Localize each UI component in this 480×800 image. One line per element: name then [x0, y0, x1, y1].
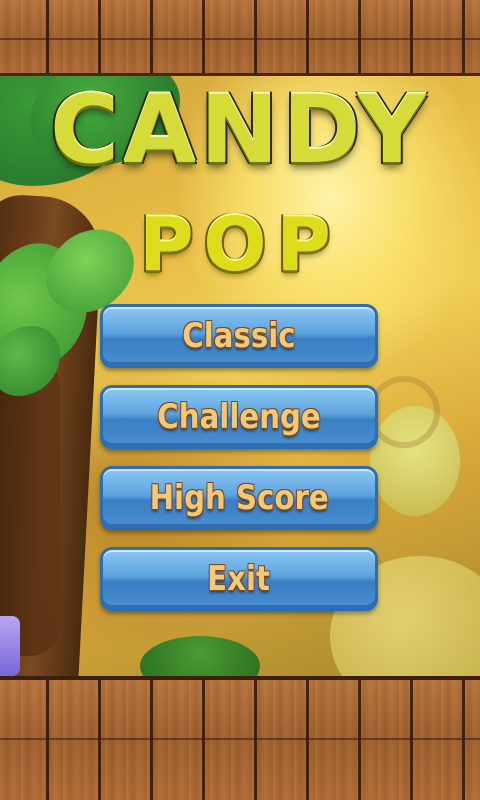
swirl-decoration — [368, 376, 440, 448]
exit-button[interactable]: Exit — [100, 547, 378, 611]
wood-header-panel — [0, 0, 480, 76]
exit-button-label: Exit — [207, 559, 271, 599]
grass-tuft — [140, 636, 260, 676]
main-menu: Classic Challenge High Score Exit — [100, 304, 378, 628]
challenge-button[interactable]: Challenge — [100, 385, 378, 449]
wood-footer-panel — [0, 676, 480, 800]
candy-gem-icon — [0, 616, 20, 676]
game-title: CANDY — [50, 76, 430, 185]
game-subtitle: POP — [139, 202, 341, 288]
high-score-button[interactable]: High Score — [100, 466, 378, 530]
high-score-button-label: High Score — [149, 478, 329, 518]
challenge-button-label: Challenge — [157, 397, 321, 437]
classic-button-label: Classic — [182, 316, 296, 356]
classic-button[interactable]: Classic — [100, 304, 378, 368]
tree-trunk-shadow — [0, 356, 60, 656]
